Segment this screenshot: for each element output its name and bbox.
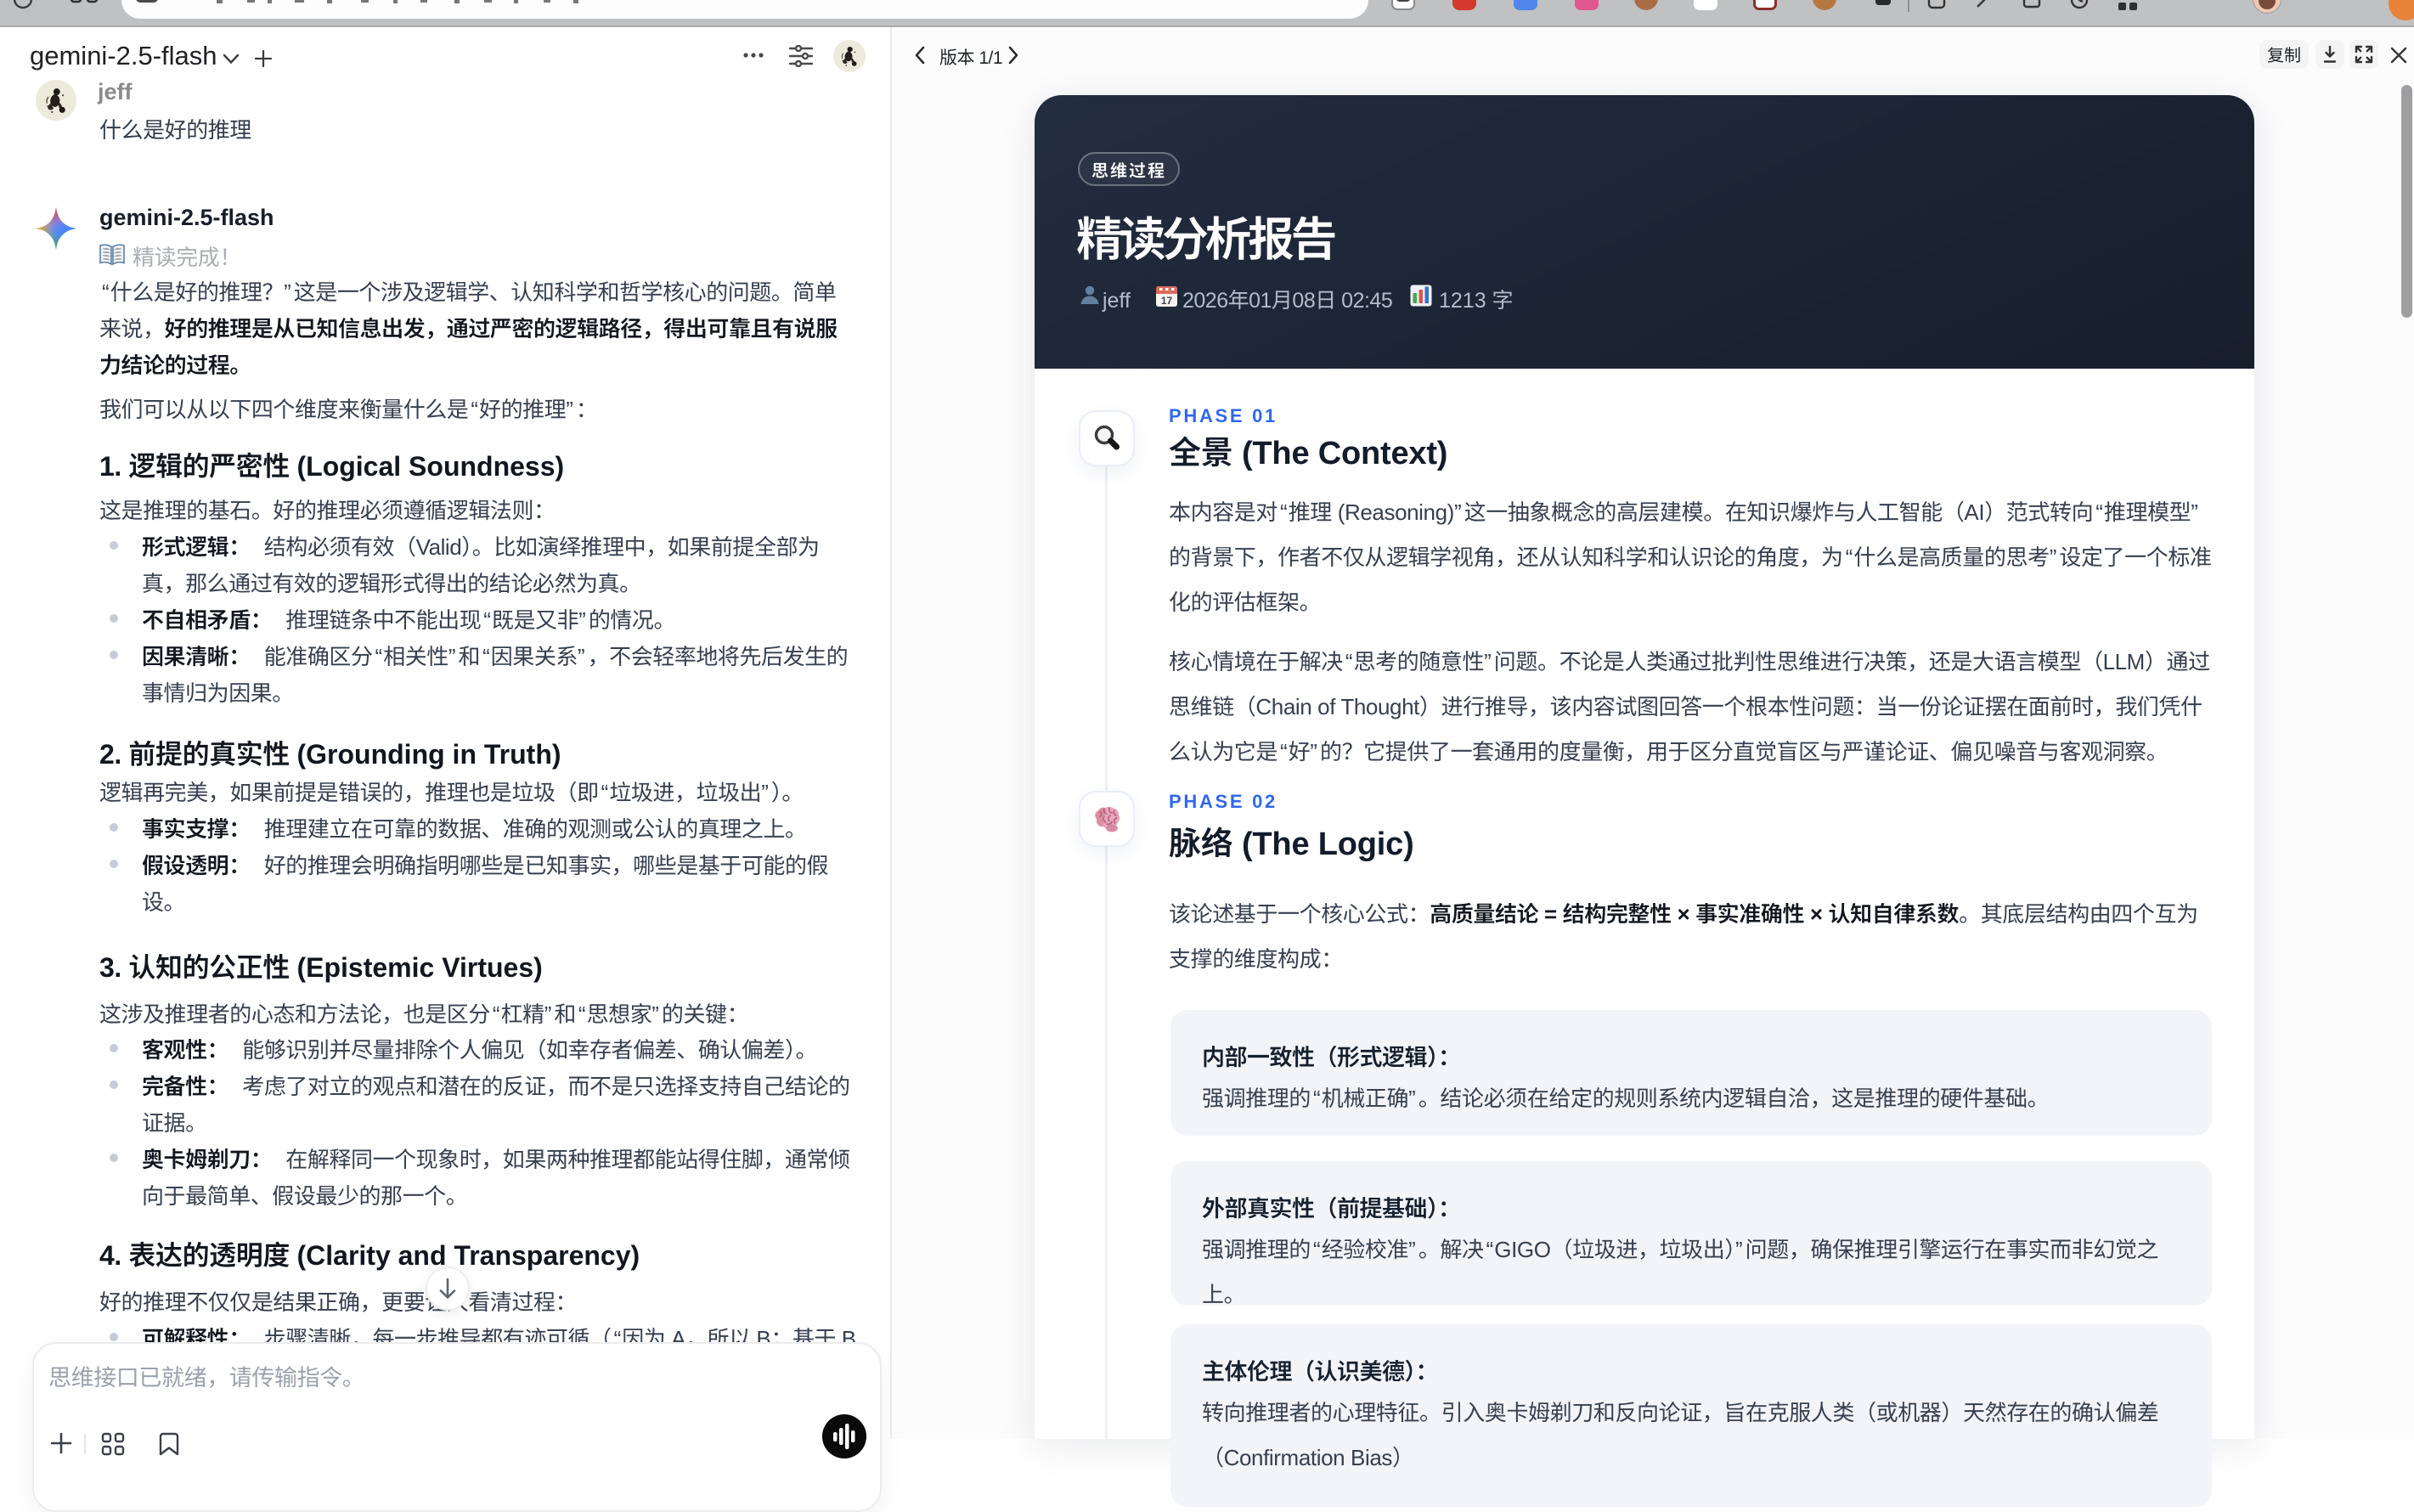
svg-text:17: 17	[1161, 295, 1173, 307]
